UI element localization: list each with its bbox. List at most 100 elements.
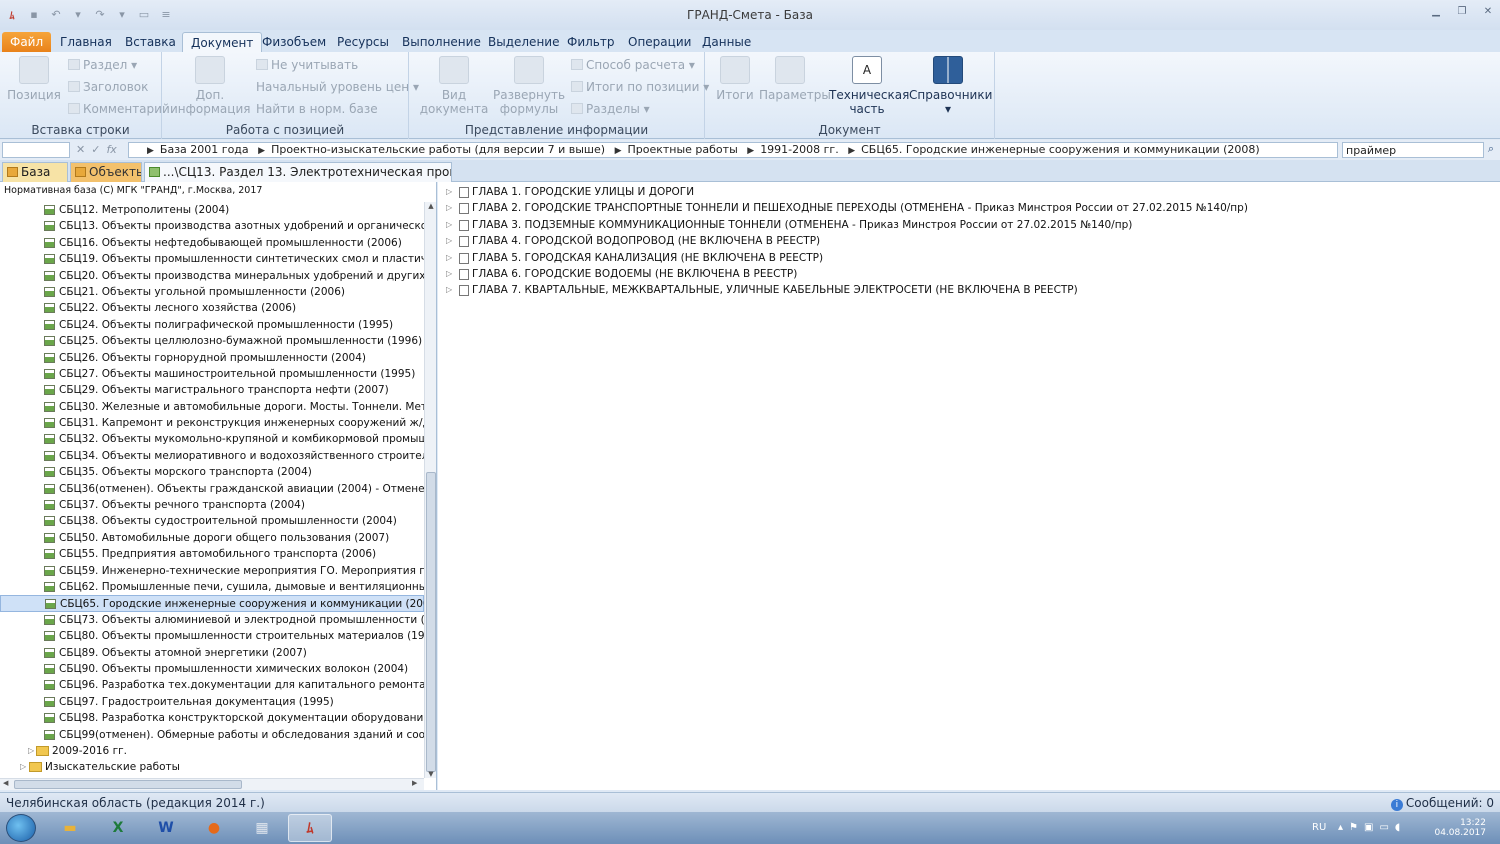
breadcrumb-item[interactable]: Проектно-изыскательские работы (для верс… [271, 143, 605, 156]
tab-data[interactable]: Данные [694, 32, 759, 52]
sections-button[interactable]: Разделы ▾ [571, 102, 650, 116]
tab-insert[interactable]: Вставка [117, 32, 184, 52]
tab-home[interactable]: Главная [52, 32, 120, 52]
tree-item[interactable]: СБЦ90. Объекты промышленности химических… [0, 661, 424, 677]
tab-operations[interactable]: Операции [620, 32, 699, 52]
tab-selection[interactable]: Выделение [480, 32, 567, 52]
header-button[interactable]: Заголовок [68, 80, 148, 94]
tree-item[interactable]: СБЦ73. Объекты алюминиевой и электродной… [0, 612, 424, 628]
volume-icon[interactable]: ◖ [1395, 822, 1400, 833]
cell-reference-box[interactable] [2, 142, 70, 158]
tree-item[interactable]: СБЦ31. Капремонт и реконструкция инженер… [0, 415, 424, 431]
tree-item[interactable]: СБЦ99(отменен). Обмерные работы и обслед… [0, 727, 424, 743]
tree-item[interactable]: СБЦ16. Объекты нефтедобывающей промышлен… [0, 235, 424, 251]
messages-status[interactable]: i Сообщений: 0 [1390, 796, 1494, 811]
tab-objects[interactable]: Объекты [70, 162, 142, 182]
tree-item[interactable]: СБЦ35. Объекты морского транспорта (2004… [0, 464, 424, 480]
chapter-row[interactable]: ▷ ГЛАВА 1. ГОРОДСКИЕ УЛИЦЫ И ДОРОГИ [438, 184, 1500, 200]
tree-item[interactable]: СБЦ12. Метрополитены (2004) [0, 202, 424, 218]
totals-by-position-button[interactable]: Итоги по позиции ▾ [571, 80, 709, 94]
flag-icon[interactable]: ⚑ [1349, 822, 1358, 833]
tree-item[interactable]: СБЦ59. Инженерно-технические мероприятия… [0, 563, 424, 579]
technical-part-button[interactable]: A Техническая часть [829, 56, 909, 116]
restore-button[interactable]: ❐ [1456, 6, 1468, 18]
tree-item[interactable]: СБЦ50. Автомобильные дороги общего польз… [0, 530, 424, 546]
language-indicator[interactable]: RU [1312, 822, 1326, 833]
scroll-right-icon[interactable]: ▶ [412, 779, 417, 787]
word-icon[interactable]: W [144, 814, 188, 842]
grand-smeta-icon[interactable]: ﾑ [288, 814, 332, 842]
tree-item[interactable]: СБЦ96. Разработка тех.документации для к… [0, 677, 424, 693]
parameters-button[interactable]: Параметры [759, 56, 831, 102]
breadcrumb-item[interactable]: СБЦ65. Городские инженерные сооружения и… [861, 143, 1260, 156]
expand-formulas-button[interactable]: Развернуть формулы [493, 56, 565, 116]
horizontal-scrollbar[interactable]: ◀ ▶ [0, 778, 424, 790]
tab-resources[interactable]: Ресурсы [329, 32, 397, 52]
close-button[interactable]: ✕ [1482, 6, 1494, 18]
tree-item[interactable]: СБЦ30. Железные и автомобильные дороги. … [0, 399, 424, 415]
comment-button[interactable]: Комментарий [68, 102, 170, 116]
tree-item[interactable]: СБЦ27. Объекты машиностроительной промыш… [0, 366, 424, 382]
scroll-left-icon[interactable]: ◀ [3, 779, 8, 787]
tree-folder[interactable]: ▷ Изыскательские работы [0, 759, 424, 775]
confirm-icon[interactable]: ✓ [91, 143, 100, 156]
excel-icon[interactable]: X [96, 814, 140, 842]
chapter-row[interactable]: ▷ ГЛАВА 4. ГОРОДСКОЙ ВОДОПРОВОД (НЕ ВКЛЮЧ… [438, 233, 1500, 249]
tree-item[interactable]: СБЦ80. Объекты промышленности строительн… [0, 628, 424, 644]
start-button[interactable] [6, 814, 36, 842]
expand-icon[interactable]: ▷ [446, 233, 452, 249]
region-status[interactable]: Челябинская область (редакция 2014 г.) [6, 796, 265, 810]
search-icon[interactable]: ⌕ [1484, 142, 1498, 158]
tree-item[interactable]: СБЦ29. Объекты магистрального транспорта… [0, 382, 424, 398]
position-button[interactable]: Позиция [6, 56, 62, 102]
find-in-base-button[interactable]: Найти в норм. базе [256, 102, 378, 116]
scroll-thumb[interactable] [426, 472, 436, 772]
tree-item[interactable]: СБЦ19. Объекты промышленности синтетичес… [0, 251, 424, 267]
tree-item[interactable]: СБЦ25. Объекты целлюлозно-бумажной промы… [0, 333, 424, 349]
tree-folder[interactable]: ▷ 2009-2016 гг. [0, 743, 424, 759]
calculator-icon[interactable]: ▦ [240, 814, 284, 842]
vertical-scrollbar[interactable]: ▲ ▼ [424, 202, 436, 778]
expand-icon[interactable]: ▷ [446, 250, 452, 266]
doc-view-button[interactable]: Вид документа [417, 56, 491, 116]
tab-document[interactable]: Документ [182, 32, 263, 52]
expand-icon[interactable]: ▷ [446, 200, 452, 216]
tree-item[interactable]: СБЦ21. Объекты угольной промышленности (… [0, 284, 424, 300]
chapter-row[interactable]: ▷ ГЛАВА 6. ГОРОДСКИЕ ВОДОЕМЫ (НЕ ВКЛЮЧЕНА… [438, 266, 1500, 282]
breadcrumb-item[interactable]: 1991-2008 гг. [760, 143, 839, 156]
tree-item[interactable]: СБЦ24. Объекты полиграфической промышлен… [0, 317, 424, 333]
scroll-up-icon[interactable]: ▲ [425, 202, 437, 210]
expand-icon[interactable]: ▷ [446, 282, 452, 298]
more-info-button[interactable]: Доп. информация [170, 56, 250, 116]
totals-button[interactable]: Итоги [711, 56, 759, 102]
tree-item[interactable]: СБЦ13. Объекты производства азотных удоб… [0, 218, 424, 234]
chapter-row[interactable]: ▷ ГЛАВА 5. ГОРОДСКАЯ КАНАЛИЗАЦИЯ (НЕ ВКЛЮ… [438, 250, 1500, 266]
initial-price-level-button[interactable]: Начальный уровень цен ▾ [256, 80, 419, 94]
tab-document-sc13[interactable]: ...\СЦ13. Раздел 13. Электротехническая … [144, 162, 452, 182]
explorer-icon[interactable]: ▬ [48, 814, 92, 842]
minimize-button[interactable]: ▁ [1430, 6, 1442, 18]
tray-expand-icon[interactable]: ▴ [1338, 822, 1343, 833]
tree-item-selected[interactable]: СБЦ65. Городские инженерные сооружения и… [0, 595, 424, 612]
chapter-row[interactable]: ▷ ГЛАВА 2. ГОРОДСКИЕ ТРАНСПОРТНЫЕ ТОННЕЛИ… [438, 200, 1500, 216]
chapter-row[interactable]: ▷ ГЛАВА 7. КВАРТАЛЬНЫЕ, МЕЖКВАРТАЛЬНЫЕ, У… [438, 282, 1500, 298]
tree-item[interactable]: СБЦ98. Разработка конструкторской докуме… [0, 710, 424, 726]
tree-item[interactable]: СБЦ55. Предприятия автомобильного трансп… [0, 546, 424, 562]
chapter-row[interactable]: ▷ ГЛАВА 3. ПОДЗЕМНЫЕ КОММУНИКАЦИОННЫЕ ТОН… [438, 217, 1500, 233]
tab-execution[interactable]: Выполнение [394, 32, 489, 52]
tab-physical-volume[interactable]: Физобъем [254, 32, 334, 52]
tab-filter[interactable]: Фильтр [559, 32, 622, 52]
tab-base[interactable]: База [2, 162, 68, 182]
tree-item[interactable]: СБЦ36(отменен). Объекты гражданской авиа… [0, 481, 424, 497]
clock[interactable]: 13:22 04.08.2017 [1434, 818, 1486, 838]
breadcrumb-item[interactable]: База 2001 года [160, 143, 249, 156]
expand-icon[interactable]: ▷ [28, 743, 34, 759]
expand-icon[interactable]: ▷ [20, 759, 26, 775]
tree-item[interactable]: СБЦ37. Объекты речного транспорта (2004) [0, 497, 424, 513]
tree-item[interactable]: СБЦ20. Объекты производства минеральных … [0, 268, 424, 284]
dont-count-button[interactable]: Не учитывать [256, 58, 358, 72]
expand-icon[interactable]: ▷ [446, 184, 452, 200]
cancel-icon[interactable]: ✕ [76, 143, 85, 156]
tree-item[interactable]: СБЦ22. Объекты лесного хозяйства (2006) [0, 300, 424, 316]
monitor-icon[interactable]: ▭ [1379, 822, 1388, 833]
